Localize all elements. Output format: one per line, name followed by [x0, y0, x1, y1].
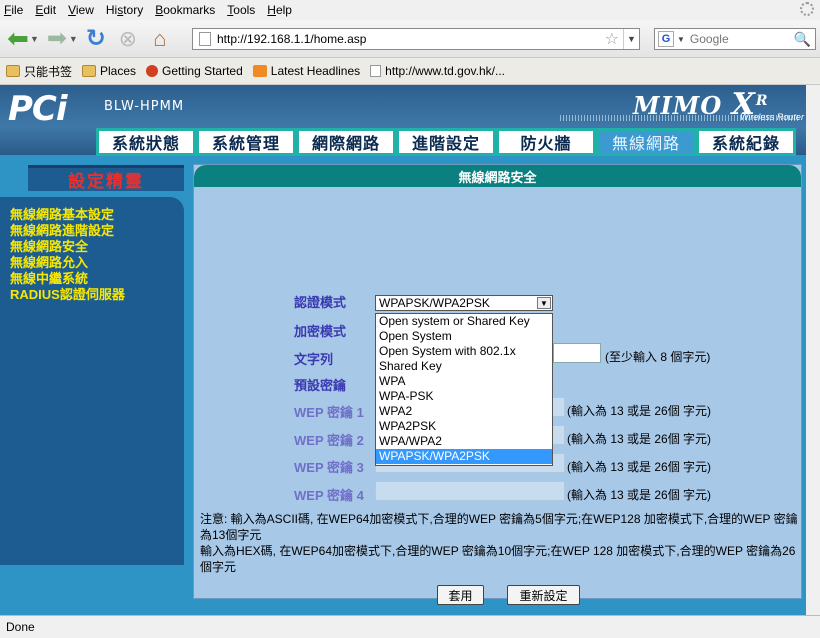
default-key-label: 預設密鑰 [294, 378, 347, 393]
folder-icon [82, 65, 97, 77]
auth-option[interactable]: WPA/WPA2 [376, 434, 552, 449]
back-history-dropdown-icon[interactable]: ▼ [30, 34, 39, 44]
sidebar-item-wireless-basic[interactable]: 無線網路基本設定 [10, 207, 184, 223]
auth-option[interactable]: Shared Key [376, 359, 552, 374]
router-header: PCi BLW-HPMM MIMO XR Wireless Router 系統狀… [0, 85, 806, 156]
note-hex: 輸入為HEX碼, 在WEP64加密模式下,合理的WEP 密鑰為10個字元;在WE… [200, 544, 796, 574]
folder-icon [6, 65, 20, 77]
bookmark-smart[interactable]: 只能书签 [6, 63, 72, 80]
search-box[interactable]: G ▼ 🔍 [654, 28, 816, 50]
navigation-toolbar: ⬅ ▼ ➡ ▼ ↻ ⊗ ⌂ http://192.168.1.1/home.as… [0, 20, 820, 58]
passphrase-hint: (至少輸入 8 個字元) [605, 350, 711, 364]
security-panel: 無線網路安全 認證模式 WPAPSK/WPA2PSK ▼ Open system… [193, 164, 802, 605]
auth-option[interactable]: WPA-PSK [376, 389, 552, 404]
encryption-mode-label: 加密模式 [294, 324, 347, 339]
panel-title: 無線網路安全 [194, 165, 801, 187]
router-page: PCi BLW-HPMM MIMO XR Wireless Router 系統狀… [0, 85, 806, 615]
menu-file[interactable]: File [4, 3, 23, 17]
rss-feed-icon [252, 65, 267, 77]
model-name: BLW-HPMM [104, 99, 185, 114]
wep-key-3-hint: (輸入為 13 或是 26個 字元) [567, 460, 712, 474]
menu-view[interactable]: View [68, 3, 94, 17]
tab-firewall[interactable]: 防火牆 [496, 128, 596, 156]
menu-bookmarks[interactable]: Bookmarks [155, 3, 215, 17]
search-icon[interactable]: 🔍 [794, 31, 811, 48]
auth-mode-label: 認證模式 [294, 295, 347, 310]
reload-icon[interactable]: ↻ [82, 25, 110, 53]
passphrase-input[interactable] [553, 343, 601, 363]
auth-option[interactable]: WPAPSK/WPA2PSK [376, 449, 552, 464]
tab-system-status[interactable]: 系統狀態 [96, 128, 196, 156]
tab-system-log[interactable]: 系統紀錄 [696, 128, 796, 156]
wep-key-4-input[interactable] [375, 481, 565, 501]
tab-internet[interactable]: 網際網路 [296, 128, 396, 156]
sidebar-item-wireless-security[interactable]: 無線網路安全 [10, 239, 184, 255]
forward-history-dropdown-icon[interactable]: ▼ [69, 34, 78, 44]
brand-logo: PCi [8, 89, 68, 129]
bookmarks-toolbar: 只能书签 Places Getting Started Latest Headl… [0, 58, 820, 85]
address-bar[interactable]: http://192.168.1.1/home.asp ☆ ▼ [192, 28, 640, 50]
auth-option[interactable]: WPA2PSK [376, 419, 552, 434]
chevron-down-icon[interactable]: ▼ [537, 297, 551, 309]
stop-icon[interactable]: ⊗ [114, 25, 142, 53]
wep-key-2-hint: (輸入為 13 或是 26個 字元) [567, 432, 712, 446]
google-engine-icon[interactable]: G [658, 31, 674, 47]
bookmark-td-gov[interactable]: http://www.td.gov.hk/... [370, 64, 505, 78]
sidebar-item-wireless-repeater[interactable]: 無線中繼系統 [10, 271, 184, 287]
product-subtitle: Wireless Router [740, 112, 804, 122]
throbber-icon [800, 2, 814, 16]
wep-key-1-label: WEP 密鑰 1 [294, 405, 364, 420]
bookmark-places[interactable]: Places [82, 64, 136, 78]
page-icon [199, 32, 211, 46]
sidebar: 無線網路基本設定 無線網路進階設定 無線網路安全 無線網路允入 無線中繼系統 R… [0, 197, 184, 565]
tab-system-management[interactable]: 系統管理 [196, 128, 296, 156]
bookmark-star-icon[interactable]: ☆ [605, 29, 619, 49]
page-icon [370, 65, 382, 77]
auth-option[interactable]: WPA2 [376, 404, 552, 419]
back-arrow-icon[interactable]: ⬅ [4, 23, 32, 53]
menu-history[interactable]: History [106, 3, 143, 17]
url-text[interactable]: http://192.168.1.1/home.asp [217, 32, 605, 46]
auth-mode-value: WPAPSK/WPA2PSK [379, 296, 490, 310]
sidebar-item-wireless-access[interactable]: 無線網路允入 [10, 255, 184, 271]
bookmark-getting-started[interactable]: Getting Started [146, 64, 243, 78]
auth-option[interactable]: WPA [376, 374, 552, 389]
wep-key-4-hint: (輸入為 13 或是 26個 字元) [567, 488, 712, 502]
engine-dropdown-icon[interactable]: ▼ [677, 35, 685, 44]
sidebar-item-radius[interactable]: RADIUS認證伺服器 [10, 287, 184, 303]
auth-option[interactable]: Open system or Shared Key [376, 314, 552, 329]
auth-option[interactable]: Open System with 802.1x [376, 344, 552, 359]
wep-key-3-label: WEP 密鑰 3 [294, 460, 364, 475]
page-scrollbar[interactable] [806, 85, 820, 615]
firefox-bug-icon [146, 65, 159, 77]
main-tabs: 系統狀態 系統管理 網際網路 進階設定 防火牆 無線網路 系統紀錄 [96, 128, 796, 156]
menu-edit[interactable]: Edit [35, 3, 56, 17]
note-ascii: 注意: 輸入為ASCII碼, 在WEP64加密模式下,合理的WEP 密鑰為5個字… [200, 512, 798, 542]
menu-tools[interactable]: Tools [227, 3, 255, 17]
search-input[interactable] [687, 31, 792, 47]
wep-key-1-hint: (輸入為 13 或是 26個 字元) [567, 404, 712, 418]
tab-advanced[interactable]: 進階設定 [396, 128, 496, 156]
home-icon[interactable]: ⌂ [146, 25, 174, 53]
setup-wizard-button[interactable]: 設定精靈 [28, 165, 184, 192]
reset-button[interactable]: 重新設定 [507, 585, 580, 605]
auth-mode-dropdown-list: Open system or Shared Key Open System Open… [375, 313, 553, 466]
auth-mode-select[interactable]: WPAPSK/WPA2PSK ▼ [375, 295, 553, 311]
forward-arrow-icon[interactable]: ➡ [43, 25, 71, 53]
bookmark-latest-headlines[interactable]: Latest Headlines [252, 64, 360, 78]
tab-wireless[interactable]: 無線網路 [596, 128, 696, 156]
key-length-notes: 注意: 輸入為ASCII碼, 在WEP64加密模式下,合理的WEP 密鑰為5個字… [200, 511, 800, 575]
sidebar-item-wireless-advanced[interactable]: 無線網路進階設定 [10, 223, 184, 239]
status-bar: Done [0, 615, 820, 638]
url-dropdown-icon[interactable]: ▼ [623, 29, 639, 49]
menu-bar: File Edit View History Bookmarks Tools H… [0, 0, 820, 20]
wep-key-2-label: WEP 密鑰 2 [294, 433, 364, 448]
wep-key-4-label: WEP 密鑰 4 [294, 488, 364, 503]
apply-button[interactable]: 套用 [437, 585, 484, 605]
auth-option[interactable]: Open System [376, 329, 552, 344]
passphrase-label: 文字列 [294, 352, 334, 367]
menu-help[interactable]: Help [267, 3, 292, 17]
